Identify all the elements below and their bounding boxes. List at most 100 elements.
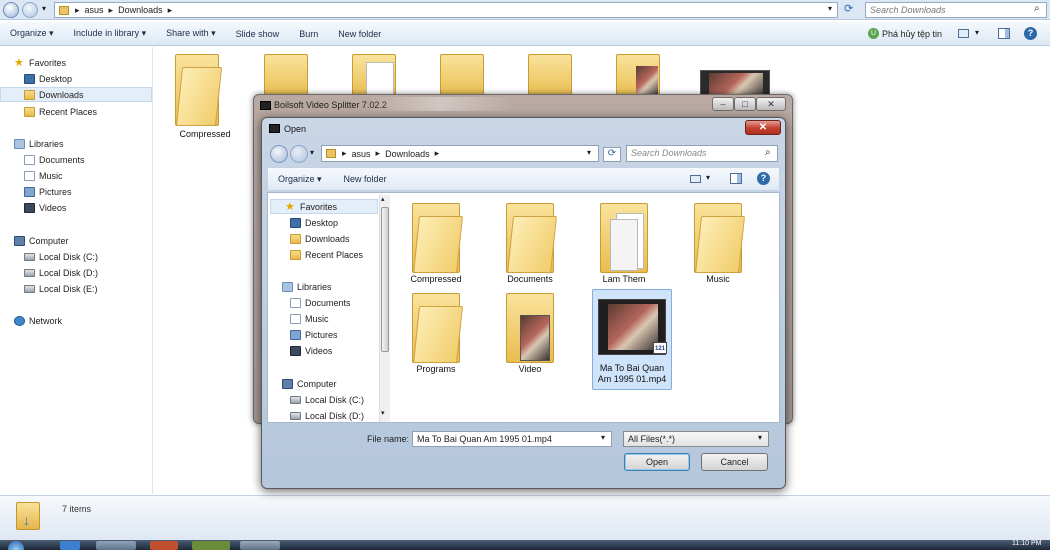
filetype-dropdown-icon[interactable]: ▾ — [758, 433, 762, 442]
scroll-up-icon[interactable]: ▴ — [381, 195, 385, 203]
dialog-address-dropdown-icon[interactable]: ▾ — [587, 148, 591, 157]
dialog-help-icon[interactable]: ? — [757, 172, 770, 185]
close-button[interactable]: ✕ — [756, 97, 786, 111]
nav-network[interactable]: Network — [14, 313, 62, 328]
nav-disk-c[interactable]: Local Disk (C:) — [24, 249, 98, 264]
address-dropdown-icon[interactable]: ▾ — [828, 4, 832, 13]
dialog-organize-menu[interactable]: Organize ▾ — [268, 174, 332, 185]
scroll-down-icon[interactable]: ▾ — [381, 409, 385, 417]
preview-pane-icon[interactable] — [998, 28, 1010, 39]
recent-pages-chevron-icon[interactable]: ▾ — [42, 4, 46, 13]
nav-computer[interactable]: Computer — [14, 233, 69, 248]
help-icon[interactable]: ? — [1024, 27, 1037, 40]
dialog-nav-pictures[interactable]: Pictures — [290, 327, 338, 342]
breadcrumb-downloads[interactable]: Downloads — [118, 5, 163, 15]
boilsoft-taskbar-button[interactable] — [240, 541, 280, 550]
dialog-forward-button[interactable] — [290, 145, 308, 163]
dialog-nav-libraries[interactable]: Libraries — [282, 279, 332, 294]
folder-video-icon[interactable] — [506, 293, 554, 363]
new-folder-button[interactable]: New folder — [328, 29, 391, 39]
dialog-nav-scrollbar[interactable]: ▴ ▾ — [379, 195, 390, 422]
forward-button[interactable] — [22, 2, 38, 18]
folder-icon[interactable] — [264, 54, 308, 98]
media-taskbar-icon[interactable] — [150, 541, 178, 550]
folder-icon[interactable] — [175, 54, 223, 126]
nav-favorites[interactable]: ★ Favorites — [14, 55, 66, 70]
breadcrumb-asus[interactable]: asus — [85, 5, 104, 15]
folder-lam-them-icon[interactable] — [600, 203, 648, 273]
dialog-nav-documents[interactable]: Documents — [290, 295, 351, 310]
nav-recent-places[interactable]: Recent Places — [24, 104, 97, 119]
folder-icon[interactable] — [616, 54, 660, 98]
dialog-nav-music[interactable]: Music — [290, 311, 329, 326]
refresh-icon[interactable]: ⟳ — [844, 2, 853, 15]
file-label-mp4-line1[interactable]: Ma To Bai Quan — [592, 363, 672, 374]
explorer-taskbar-button[interactable] — [96, 541, 136, 550]
dialog-nav-disk-c[interactable]: Local Disk (C:) — [290, 392, 364, 407]
share-with-menu[interactable]: Share with ▾ — [156, 28, 226, 39]
dialog-nav-recent-places[interactable]: Recent Places — [290, 247, 363, 262]
dialog-breadcrumb-downloads[interactable]: Downloads — [385, 149, 430, 159]
folder-icon[interactable] — [440, 54, 484, 98]
dialog-change-view-icon[interactable] — [690, 175, 701, 183]
folder-compressed-icon[interactable] — [412, 203, 464, 273]
nav-libraries[interactable]: Libraries — [14, 136, 64, 151]
ie-taskbar-icon[interactable] — [60, 541, 80, 550]
dialog-refresh-icon[interactable]: ⟳ — [603, 147, 621, 162]
address-bar[interactable]: ▸ asus ▸ Downloads ▸ — [54, 2, 838, 18]
dialog-nav-computer[interactable]: Computer — [282, 376, 337, 391]
dialog-breadcrumb-asus[interactable]: asus — [352, 149, 371, 159]
nav-videos[interactable]: Videos — [24, 200, 66, 215]
dialog-preview-pane-icon[interactable] — [730, 173, 742, 184]
nav-documents[interactable]: Documents — [24, 152, 85, 167]
nav-pictures[interactable]: Pictures — [24, 184, 72, 199]
dialog-nav-downloads[interactable]: Downloads — [290, 231, 350, 246]
filetype-select[interactable]: All Files(*.*) — [623, 431, 769, 447]
dialog-back-button[interactable] — [270, 145, 288, 163]
file-label-programs[interactable]: Programs — [396, 364, 476, 375]
nav-downloads[interactable]: Downloads — [0, 87, 152, 102]
filename-dropdown-icon[interactable]: ▾ — [601, 433, 605, 442]
file-label-documents[interactable]: Documents — [490, 274, 570, 285]
file-label-music[interactable]: Music — [678, 274, 758, 285]
maximize-button[interactable]: □ — [734, 97, 756, 111]
minimize-button[interactable]: – — [712, 97, 734, 111]
folder-programs-icon[interactable] — [412, 293, 464, 363]
file-label-video[interactable]: Video — [490, 364, 570, 375]
nav-disk-d[interactable]: Local Disk (D:) — [24, 265, 98, 280]
file-label-compressed[interactable]: Compressed — [396, 274, 476, 285]
scrollbar-thumb[interactable] — [381, 207, 389, 352]
app-taskbar-button[interactable] — [192, 541, 230, 550]
shred-file-button[interactable]: Phá hủy tệp tin — [882, 29, 942, 39]
view-options-chevron-icon[interactable]: ▾ — [975, 28, 979, 37]
file-label-mp4-line2[interactable]: Am 1995 01.mp4 — [592, 374, 672, 385]
dialog-address-bar[interactable]: ▸ asus ▸ Downloads ▸ ▾ — [321, 145, 599, 162]
start-button[interactable] — [8, 541, 24, 550]
dialog-nav-disk-d[interactable]: Local Disk (D:) — [290, 408, 364, 423]
dialog-new-folder-button[interactable]: New folder — [332, 174, 397, 184]
dialog-search-input[interactable]: Search Downloads — [626, 145, 778, 162]
video-file-thumbnail-icon[interactable]: 121 — [598, 299, 667, 355]
dialog-view-chevron-icon[interactable]: ▾ — [706, 173, 710, 182]
dialog-nav-desktop[interactable]: Desktop — [290, 215, 338, 230]
back-button[interactable] — [3, 2, 19, 18]
folder-icon[interactable] — [528, 54, 572, 98]
folder-icon[interactable] — [352, 54, 396, 98]
folder-music-icon[interactable] — [694, 203, 746, 273]
file-label-lam-them[interactable]: Lam Them — [584, 274, 664, 285]
change-view-icon[interactable] — [958, 29, 969, 38]
dialog-nav-videos[interactable]: Videos — [290, 343, 332, 358]
slide-show-button[interactable]: Slide show — [226, 29, 290, 39]
nav-disk-e[interactable]: Local Disk (E:) — [24, 281, 98, 296]
include-in-library-menu[interactable]: Include in library ▾ — [64, 28, 157, 39]
dialog-history-chevron-icon[interactable]: ▾ — [310, 148, 314, 157]
open-button[interactable]: Open — [624, 453, 690, 471]
search-input[interactable]: Search Downloads — [865, 2, 1047, 18]
filename-input[interactable]: Ma To Bai Quan Am 1995 01.mp4 — [412, 431, 612, 447]
nav-music[interactable]: Music — [24, 168, 63, 183]
dialog-close-button[interactable]: ✕ — [745, 120, 781, 135]
organize-menu[interactable]: Organize ▾ — [0, 28, 64, 39]
cancel-button[interactable]: Cancel — [701, 453, 768, 471]
burn-button[interactable]: Burn — [289, 29, 328, 39]
clock[interactable]: 11:10 PM — [1012, 540, 1041, 547]
